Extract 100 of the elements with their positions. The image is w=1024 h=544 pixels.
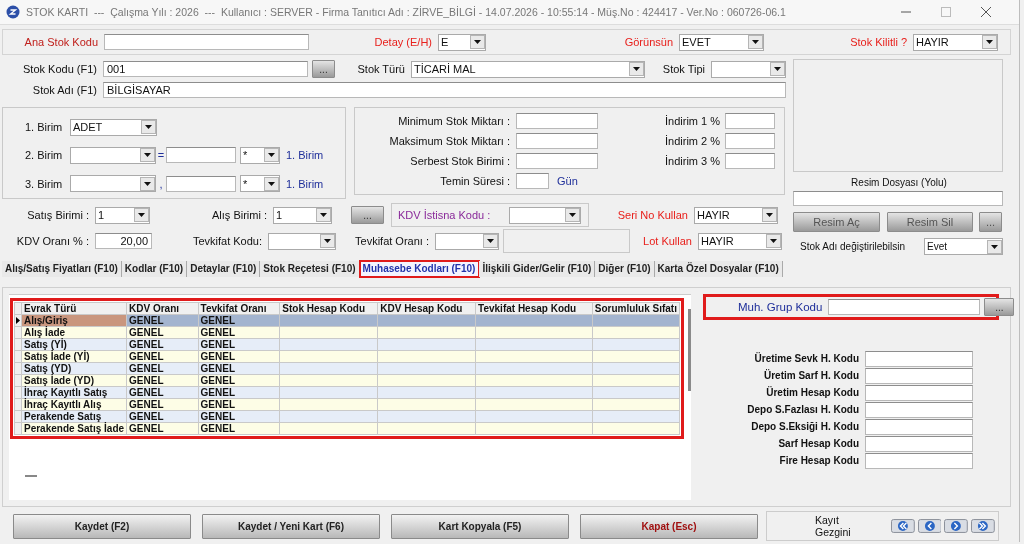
table-row[interactable]: Perakende Satış İade GENEL GENEL xyxy=(14,422,680,435)
tab[interactable]: Kodlar (F10) xyxy=(121,261,188,277)
dropdown[interactable]: TİCARİ MAL xyxy=(411,60,645,78)
caption: Resim Dosyası (Yolu) xyxy=(850,177,948,188)
dropdown[interactable]: EVET xyxy=(679,33,764,51)
button[interactable]: ... xyxy=(984,298,1015,316)
dropdown[interactable]: HAYIR xyxy=(694,206,778,224)
input-field[interactable] xyxy=(865,384,973,401)
tab[interactable]: Alış/Satış Fiyatları (F10) xyxy=(2,261,122,277)
input-field[interactable] xyxy=(793,191,1003,206)
last-record-icon[interactable] xyxy=(971,519,995,533)
dropdown[interactable]: * xyxy=(240,175,280,193)
tab[interactable]: Diğer (F10) xyxy=(595,261,655,277)
field-label: Serbest Stok Birimi : xyxy=(409,155,511,167)
button[interactable]: ... xyxy=(312,60,335,78)
table-row[interactable]: Satış İade (Yİ) GENEL GENEL xyxy=(14,350,680,363)
dropdown[interactable] xyxy=(711,60,786,78)
app-logo-icon xyxy=(6,5,20,19)
input-field[interactable] xyxy=(516,113,598,129)
dropdown[interactable] xyxy=(435,232,499,250)
caret-icon xyxy=(470,35,485,49)
dropdown[interactable]: * xyxy=(240,147,280,164)
button[interactable]: Kapat (Esc) xyxy=(580,513,758,539)
input-field[interactable] xyxy=(725,153,775,169)
field-label: Üretim Sarf H. Kodu xyxy=(763,370,860,381)
table-row[interactable]: Alış İade GENEL GENEL xyxy=(14,326,680,339)
input-field[interactable] xyxy=(104,34,309,50)
dropdown[interactable] xyxy=(509,206,581,224)
close-icon[interactable] xyxy=(979,5,993,19)
dropdown[interactable] xyxy=(70,147,156,164)
dropdown[interactable]: HAYIR xyxy=(698,232,782,250)
tab[interactable]: Muhasebe Kodları (F10) xyxy=(359,261,480,277)
button[interactable]: Resim Sil xyxy=(887,212,973,232)
window-title: STOK KARTI --- Çalışma Yılı : 2026 --- Kullanıcı : SERVER - Firma Tanıtıcı Adı : ZİRVE_BİLGİ - 14.07.2026 - 10:55:14 - Müş.No : 424417 - Ver.No : 060726-06.1 xyxy=(26,6,786,18)
dropdown[interactable]: HAYIR xyxy=(913,33,998,51)
table-row[interactable]: İhraç Kayıtlı Alış GENEL GENEL xyxy=(14,398,680,411)
table-row[interactable]: Satış İade (YD) GENEL GENEL xyxy=(14,374,680,387)
dropdown[interactable]: 1 xyxy=(95,206,150,224)
input-field[interactable] xyxy=(865,435,973,452)
input-field[interactable] xyxy=(865,350,973,367)
table-row[interactable]: Perakende Satış GENEL GENEL xyxy=(14,410,680,423)
dropdown[interactable] xyxy=(70,175,156,193)
caret-icon xyxy=(629,62,644,76)
unit-label: 1. Birim xyxy=(286,177,324,190)
table-header-cell: KDV Oranı xyxy=(126,302,199,315)
caret-icon xyxy=(320,234,335,248)
input-field[interactable]: 001 xyxy=(103,61,308,77)
input-field[interactable] xyxy=(828,299,981,315)
table-row[interactable]: Satış (Yİ) GENEL GENEL xyxy=(14,338,680,351)
scrollbar-thumb[interactable] xyxy=(25,475,37,477)
caret-icon xyxy=(483,234,498,248)
caret-icon xyxy=(264,148,279,163)
input-field[interactable] xyxy=(166,175,236,192)
input-field[interactable]: 20,00 xyxy=(95,233,152,249)
input-field[interactable] xyxy=(725,113,775,129)
next-record-icon[interactable] xyxy=(944,519,969,533)
button[interactable]: Kaydet (F2) xyxy=(13,513,191,539)
field-label: Detay (E/H) xyxy=(373,36,433,48)
field-label: Stok Kilitli ? xyxy=(849,36,908,48)
input-field[interactable] xyxy=(725,133,775,149)
button[interactable]: Resim Aç xyxy=(793,212,880,232)
caret-icon xyxy=(770,62,785,76)
field-label: Depo S.Eksiği H. Kodu xyxy=(750,421,860,432)
input-field[interactable] xyxy=(166,147,236,164)
table-header-cell: Tevkifat Hesap Kodu xyxy=(475,302,593,315)
input-field[interactable] xyxy=(865,367,973,384)
dropdown[interactable]: ADET xyxy=(70,118,157,136)
field-label: Satış Birimi : xyxy=(26,209,90,221)
maximize-icon[interactable] xyxy=(939,5,953,19)
tab[interactable]: İlişkili Gider/Gelir (F10) xyxy=(479,261,596,277)
dropdown[interactable]: 1 xyxy=(273,206,332,224)
table-row[interactable]: İhraç Kayıtlı Satış GENEL GENEL xyxy=(14,386,680,399)
dropdown[interactable]: Evet xyxy=(924,238,1003,255)
table-row[interactable]: Satış (YD) GENEL GENEL xyxy=(14,362,680,375)
scrollbar-thumb[interactable] xyxy=(688,309,691,391)
tab[interactable]: Karta Özel Dosyalar (F10) xyxy=(654,261,783,277)
dropdown[interactable] xyxy=(268,232,336,250)
input-field[interactable]: BİLGİSAYAR xyxy=(103,82,786,98)
button[interactable]: Kaydet / Yeni Kart (F6) xyxy=(202,513,380,539)
input-field[interactable] xyxy=(865,401,973,418)
input-field[interactable] xyxy=(865,418,973,435)
input-field[interactable] xyxy=(865,452,973,469)
button[interactable]: ... xyxy=(351,206,384,224)
dropdown[interactable]: E xyxy=(438,33,486,51)
field-label: Maksimum Stok Miktarı : xyxy=(388,135,511,147)
first-record-icon[interactable] xyxy=(890,519,915,533)
input-field[interactable] xyxy=(516,133,598,149)
field-label: Tevkifat Oranı : xyxy=(354,235,430,247)
table-header-cell: KDV Hesap Kodu xyxy=(377,302,476,315)
field-label: Depo S.Fazlası H. Kodu xyxy=(746,404,860,415)
tab[interactable]: Stok Reçetesi (F10) xyxy=(260,261,360,277)
input-field[interactable] xyxy=(516,173,549,189)
table-header-cell xyxy=(14,302,22,315)
tab[interactable]: Detaylar (F10) xyxy=(187,261,261,277)
button[interactable]: Kart Kopyala (F5) xyxy=(391,513,569,539)
input-field[interactable] xyxy=(516,153,598,169)
field-label: 1. Birim xyxy=(25,121,64,134)
table-row[interactable]: Alış/Giriş GENEL GENEL xyxy=(14,314,680,327)
previous-record-icon[interactable] xyxy=(917,519,942,533)
row-pointer-icon xyxy=(16,317,20,324)
